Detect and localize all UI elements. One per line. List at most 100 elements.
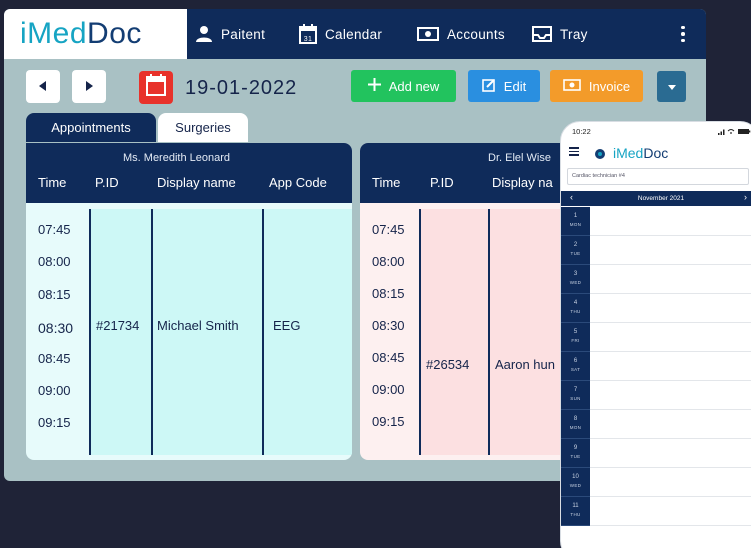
invoice-label: Invoice <box>588 78 631 94</box>
chevron-right-icon <box>85 78 93 96</box>
column-divider <box>262 209 264 455</box>
top-nav-bar: iMed Doc Paitent 31 Calendar Accounts Tra… <box>4 9 706 59</box>
tab-surgeries[interactable]: Surgeries <box>158 113 248 142</box>
column-divider <box>89 209 91 455</box>
resource-search-field[interactable]: Cardiac technician #4 <box>567 168 749 185</box>
day-weekday: TUE <box>570 454 581 459</box>
nav-calendar-label: Calendar <box>325 26 383 42</box>
column-header-display-name[interactable]: Display na <box>492 175 553 190</box>
app-logo[interactable]: iMed Doc <box>4 9 187 59</box>
appointment-pid[interactable]: #26534 <box>426 357 469 372</box>
time-slot: 08:45 <box>372 350 405 365</box>
plus-icon <box>367 78 381 94</box>
day-row-divider <box>590 525 751 526</box>
logo-text-imed: iMed <box>20 17 88 50</box>
time-slot: 09:00 <box>372 382 405 397</box>
day-cell[interactable]: 5 FRI <box>561 323 590 352</box>
more-actions-dropdown[interactable] <box>657 71 686 102</box>
tab-appointments[interactable]: Appointments <box>26 113 156 142</box>
mobile-app-logo: iMedDoc <box>613 145 668 161</box>
money-icon <box>417 27 439 41</box>
chevron-left-icon[interactable]: ‹ <box>570 192 573 202</box>
day-cell[interactable]: 8 MON <box>561 410 590 439</box>
nav-calendar[interactable]: 31 Calendar <box>299 9 382 59</box>
edit-label: Edit <box>503 78 527 94</box>
calendar-icon <box>145 73 167 102</box>
nav-accounts-label: Accounts <box>447 26 505 42</box>
day-cell[interactable]: 9 TUE <box>561 439 590 468</box>
doctor-name: Dr. Elel Wise <box>488 152 551 164</box>
day-number: 5 <box>573 329 578 335</box>
appointment-code[interactable]: EEG <box>273 318 300 333</box>
logo-text-doc: Doc <box>643 145 669 161</box>
column-header-app-code[interactable]: App Code <box>269 175 327 190</box>
hamburger-menu-icon[interactable] <box>569 147 579 158</box>
nav-tray[interactable]: Tray <box>532 9 588 59</box>
appointment-patient-name[interactable]: Aaron hun <box>495 357 555 372</box>
column-header-display-name[interactable]: Display name <box>157 175 236 190</box>
column-header-time[interactable]: Time <box>372 175 400 190</box>
column-header-pid[interactable]: P.ID <box>430 175 454 190</box>
column-header-time[interactable]: Time <box>38 175 66 190</box>
day-cell[interactable]: 11 THU <box>561 497 590 526</box>
day-row-divider <box>590 496 751 497</box>
appointment-pid[interactable]: #21734 <box>96 318 139 333</box>
nav-patient[interactable]: Paitent <box>195 9 265 59</box>
day-cell[interactable]: 7 SUN <box>561 381 590 410</box>
day-weekday: TUE <box>570 251 581 256</box>
time-slot: 07:45 <box>38 222 71 237</box>
day-cell[interactable]: 3 WED <box>561 265 590 294</box>
add-new-button[interactable]: Add new <box>351 70 456 102</box>
appointment-patient-name[interactable]: Michael Smith <box>157 318 239 333</box>
day-weekday: MON <box>569 425 582 430</box>
day-row-divider <box>590 438 751 439</box>
day-cell[interactable]: 2 TUE <box>561 236 590 265</box>
day-number: 9 <box>573 445 578 451</box>
month-label: November 2021 <box>637 195 685 202</box>
previous-day-button[interactable] <box>26 70 60 103</box>
date-picker-button[interactable] <box>139 71 173 104</box>
day-cell[interactable]: 10 WED <box>561 468 590 497</box>
day-cell[interactable]: 1 MON <box>561 207 590 236</box>
day-weekday: SUN <box>570 396 581 401</box>
day-number: 1 <box>573 213 578 219</box>
day-number: 3 <box>573 271 578 277</box>
next-day-button[interactable] <box>72 70 106 103</box>
inbox-icon <box>532 26 552 42</box>
day-number: 10 <box>572 474 579 480</box>
status-time: 10:22 <box>572 127 591 136</box>
mobile-app-mockup: 10:22 iMedDoc Cardiac technician #4 Nove… <box>560 121 751 548</box>
day-cell[interactable]: 4 THU <box>561 294 590 323</box>
day-weekday: SAT <box>570 367 581 372</box>
day-weekday: THU <box>570 512 581 517</box>
doctor-name: Ms. Meredith Leonard <box>123 152 230 164</box>
time-slot: 09:15 <box>38 415 71 430</box>
day-number: 6 <box>573 358 578 364</box>
time-slot: 09:00 <box>38 383 71 398</box>
day-row-divider <box>590 264 751 265</box>
nav-accounts[interactable]: Accounts <box>417 9 505 59</box>
user-icon <box>195 25 213 43</box>
status-icons <box>718 128 751 137</box>
logo-text-imed: iMed <box>613 145 644 161</box>
nav-tray-label: Tray <box>560 26 588 42</box>
time-slot: 09:15 <box>372 414 405 429</box>
day-row-divider <box>590 467 751 468</box>
more-menu-icon[interactable] <box>674 23 692 45</box>
day-number: 2 <box>573 242 578 248</box>
day-cell[interactable]: 6 SAT <box>561 352 590 381</box>
money-icon <box>563 78 581 94</box>
chevron-right-icon[interactable]: › <box>744 192 747 202</box>
day-weekday: FRI <box>571 338 580 343</box>
column-header-pid[interactable]: P.ID <box>95 175 119 190</box>
day-row-divider <box>590 293 751 294</box>
invoice-button[interactable]: Invoice <box>550 70 643 102</box>
day-row-divider <box>590 380 751 381</box>
chevron-down-icon <box>667 78 676 96</box>
column-divider <box>151 209 153 455</box>
day-row-divider <box>590 235 751 236</box>
day-weekday: THU <box>570 309 581 314</box>
day-weekday: WED <box>569 280 582 285</box>
add-new-label: Add new <box>388 78 440 94</box>
edit-button[interactable]: Edit <box>468 70 540 102</box>
